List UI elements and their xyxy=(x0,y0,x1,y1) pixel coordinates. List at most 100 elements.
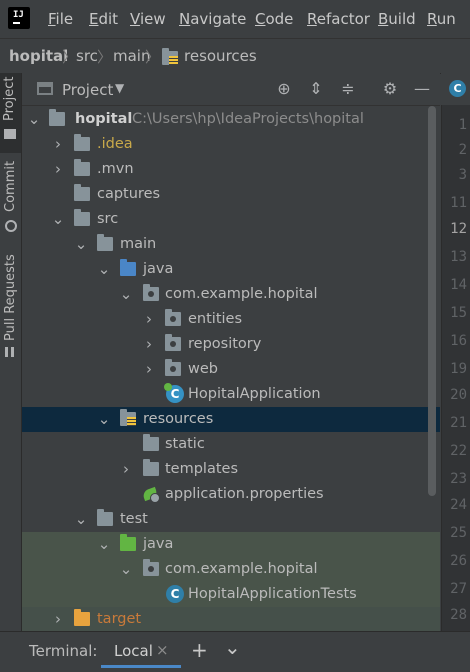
breadcrumb-project[interactable]: hopital xyxy=(9,47,68,65)
chevron-right-icon[interactable]: › xyxy=(142,360,156,378)
tree-row-test-java[interactable]: ⌄ java xyxy=(22,532,440,557)
menu-refactor[interactable]: Refactor xyxy=(307,10,370,28)
menu-view[interactable]: View xyxy=(130,10,166,28)
tree-row-application-properties[interactable]: application.properties xyxy=(22,482,440,507)
tree-row-entities[interactable]: › entities xyxy=(22,307,440,332)
close-icon[interactable]: × xyxy=(156,641,169,659)
collapse-all-icon[interactable]: ≑ xyxy=(338,79,358,99)
tree-row-mvn[interactable]: › .mvn xyxy=(22,157,440,182)
gear-icon[interactable]: ⚙ xyxy=(380,79,400,99)
tree-label: captures xyxy=(97,186,161,202)
pull-requests-tool-button[interactable]: Pull Requests xyxy=(0,254,21,360)
chevron-right-icon[interactable]: › xyxy=(142,310,156,328)
terminal-tab-local[interactable]: Local × xyxy=(101,632,181,668)
tree-label: main xyxy=(120,236,157,252)
logo-text: IJ xyxy=(13,10,24,20)
chevron-down-icon[interactable]: ⌄ xyxy=(119,285,133,303)
chevron-right-icon: 〉 xyxy=(97,48,113,66)
chevron-down-icon[interactable]: ⌄ xyxy=(74,510,88,528)
menu-edit[interactable]: Edit xyxy=(89,10,118,28)
chevron-right-icon[interactable]: › xyxy=(51,610,65,628)
line-number: 13 xyxy=(450,249,467,265)
tree-row-hopital-application-tests[interactable]: C HopitalApplicationTests xyxy=(22,582,440,607)
line-number: 27 xyxy=(450,581,467,597)
vertical-scrollbar[interactable] xyxy=(428,106,436,496)
chevron-down-icon[interactable]: ⌄ xyxy=(119,560,133,578)
tree-row-web[interactable]: › web xyxy=(22,357,440,382)
chevron-right-icon[interactable]: › xyxy=(119,460,133,478)
chevron-right-icon[interactable]: › xyxy=(51,135,65,153)
menu-file[interactable]: File xyxy=(48,10,73,28)
breadcrumb-resources[interactable]: resources xyxy=(184,47,257,65)
tree-label: target xyxy=(97,611,142,627)
chevron-down-icon[interactable]: ⌄ xyxy=(27,110,41,128)
folder-icon xyxy=(143,459,159,476)
chevron-down-icon[interactable]: ⌄ xyxy=(97,410,111,428)
tree-row-main[interactable]: ⌄ main xyxy=(22,232,440,257)
line-number: 24 xyxy=(450,497,467,513)
tree-row-resources[interactable]: ⌄ resources xyxy=(22,407,440,432)
editor-tab[interactable]: C xyxy=(441,73,470,105)
line-number: 21 xyxy=(450,415,467,431)
terminal-bar: Terminal: Local × + ⌄ xyxy=(0,631,470,672)
chevron-right-icon[interactable]: › xyxy=(51,160,65,178)
folder-icon xyxy=(74,184,90,201)
chevron-down-icon[interactable]: ⌄ xyxy=(74,235,88,253)
tree-row-test[interactable]: ⌄ test xyxy=(22,507,440,532)
tree-row-hopital-application[interactable]: C HopitalApplication xyxy=(22,382,440,407)
menu-navigate[interactable]: Navigate xyxy=(179,10,246,28)
properties-file-icon xyxy=(143,486,160,503)
menu-run[interactable]: Run xyxy=(427,10,456,28)
line-number: 1 xyxy=(458,117,467,133)
breadcrumb-src[interactable]: src xyxy=(76,47,98,65)
intellij-logo-icon[interactable]: IJ xyxy=(8,7,30,29)
menu-build[interactable]: Build xyxy=(378,10,416,28)
tree-row-src[interactable]: ⌄ src xyxy=(22,207,440,232)
locate-icon[interactable]: ⊕ xyxy=(274,79,294,99)
line-number: 3 xyxy=(458,167,467,183)
resources-folder-icon xyxy=(162,48,178,65)
tree-label: application.properties xyxy=(165,486,324,502)
tree-label: web xyxy=(188,361,218,377)
tree-row-captures[interactable]: captures xyxy=(22,182,440,207)
tree-row-package[interactable]: ⌄ com.example.hopital xyxy=(22,282,440,307)
chevron-down-icon[interactable]: ⌄ xyxy=(97,260,111,278)
tree-row-test-package[interactable]: ⌄ com.example.hopital xyxy=(22,557,440,582)
tree-row-java[interactable]: ⌄ java xyxy=(22,257,440,282)
chevron-right-icon[interactable]: › xyxy=(142,335,156,353)
add-terminal-button[interactable]: + xyxy=(191,638,208,662)
pull-request-icon xyxy=(5,347,8,357)
line-number: 11 xyxy=(450,195,467,211)
project-panel-header: Project ▼ ⊕ ⇕ ≑ ⚙ — xyxy=(22,73,440,106)
chevron-down-icon[interactable]: ⌄ xyxy=(51,210,65,228)
terminal-tab-label: Local xyxy=(114,642,153,660)
chevron-down-icon[interactable]: ▼ xyxy=(115,81,124,95)
folder-icon xyxy=(74,159,90,176)
tree-label: java xyxy=(143,261,174,277)
package-icon xyxy=(143,284,159,301)
test-folder-icon xyxy=(120,534,136,551)
minimize-icon[interactable]: — xyxy=(412,79,432,99)
chevron-down-icon[interactable]: ⌄ xyxy=(224,635,241,659)
tree-row-static[interactable]: static xyxy=(22,432,440,457)
folder-icon xyxy=(49,109,65,126)
tree-label: repository xyxy=(188,336,262,352)
tree-row-hopital[interactable]: ⌄ hopital C:\Users\hp\IdeaProjects\hopit… xyxy=(22,107,440,132)
project-tool-button[interactable]: Project xyxy=(0,73,21,153)
expand-all-icon[interactable]: ⇕ xyxy=(306,79,326,99)
tree-row-repository[interactable]: › repository xyxy=(22,332,440,357)
line-number: 15 xyxy=(450,305,467,321)
line-number: 28 xyxy=(450,607,467,623)
commit-tool-button[interactable]: Commit xyxy=(0,160,21,240)
menu-code[interactable]: Code xyxy=(255,10,293,28)
tree-row-target[interactable]: › target xyxy=(22,607,440,631)
editor-gutter: 1 2 3 11 12 13 14 15 16 19 20 21 22 23 2… xyxy=(441,73,470,631)
tree-row-templates[interactable]: › templates xyxy=(22,457,440,482)
project-view-title[interactable]: Project xyxy=(62,81,113,99)
tree-label: com.example.hopital xyxy=(165,286,318,302)
folder-icon xyxy=(74,134,90,151)
commit-icon xyxy=(5,220,17,232)
chevron-down-icon[interactable]: ⌄ xyxy=(97,535,111,553)
tree-row-idea[interactable]: › .idea xyxy=(22,132,440,157)
line-number: 26 xyxy=(450,553,467,569)
